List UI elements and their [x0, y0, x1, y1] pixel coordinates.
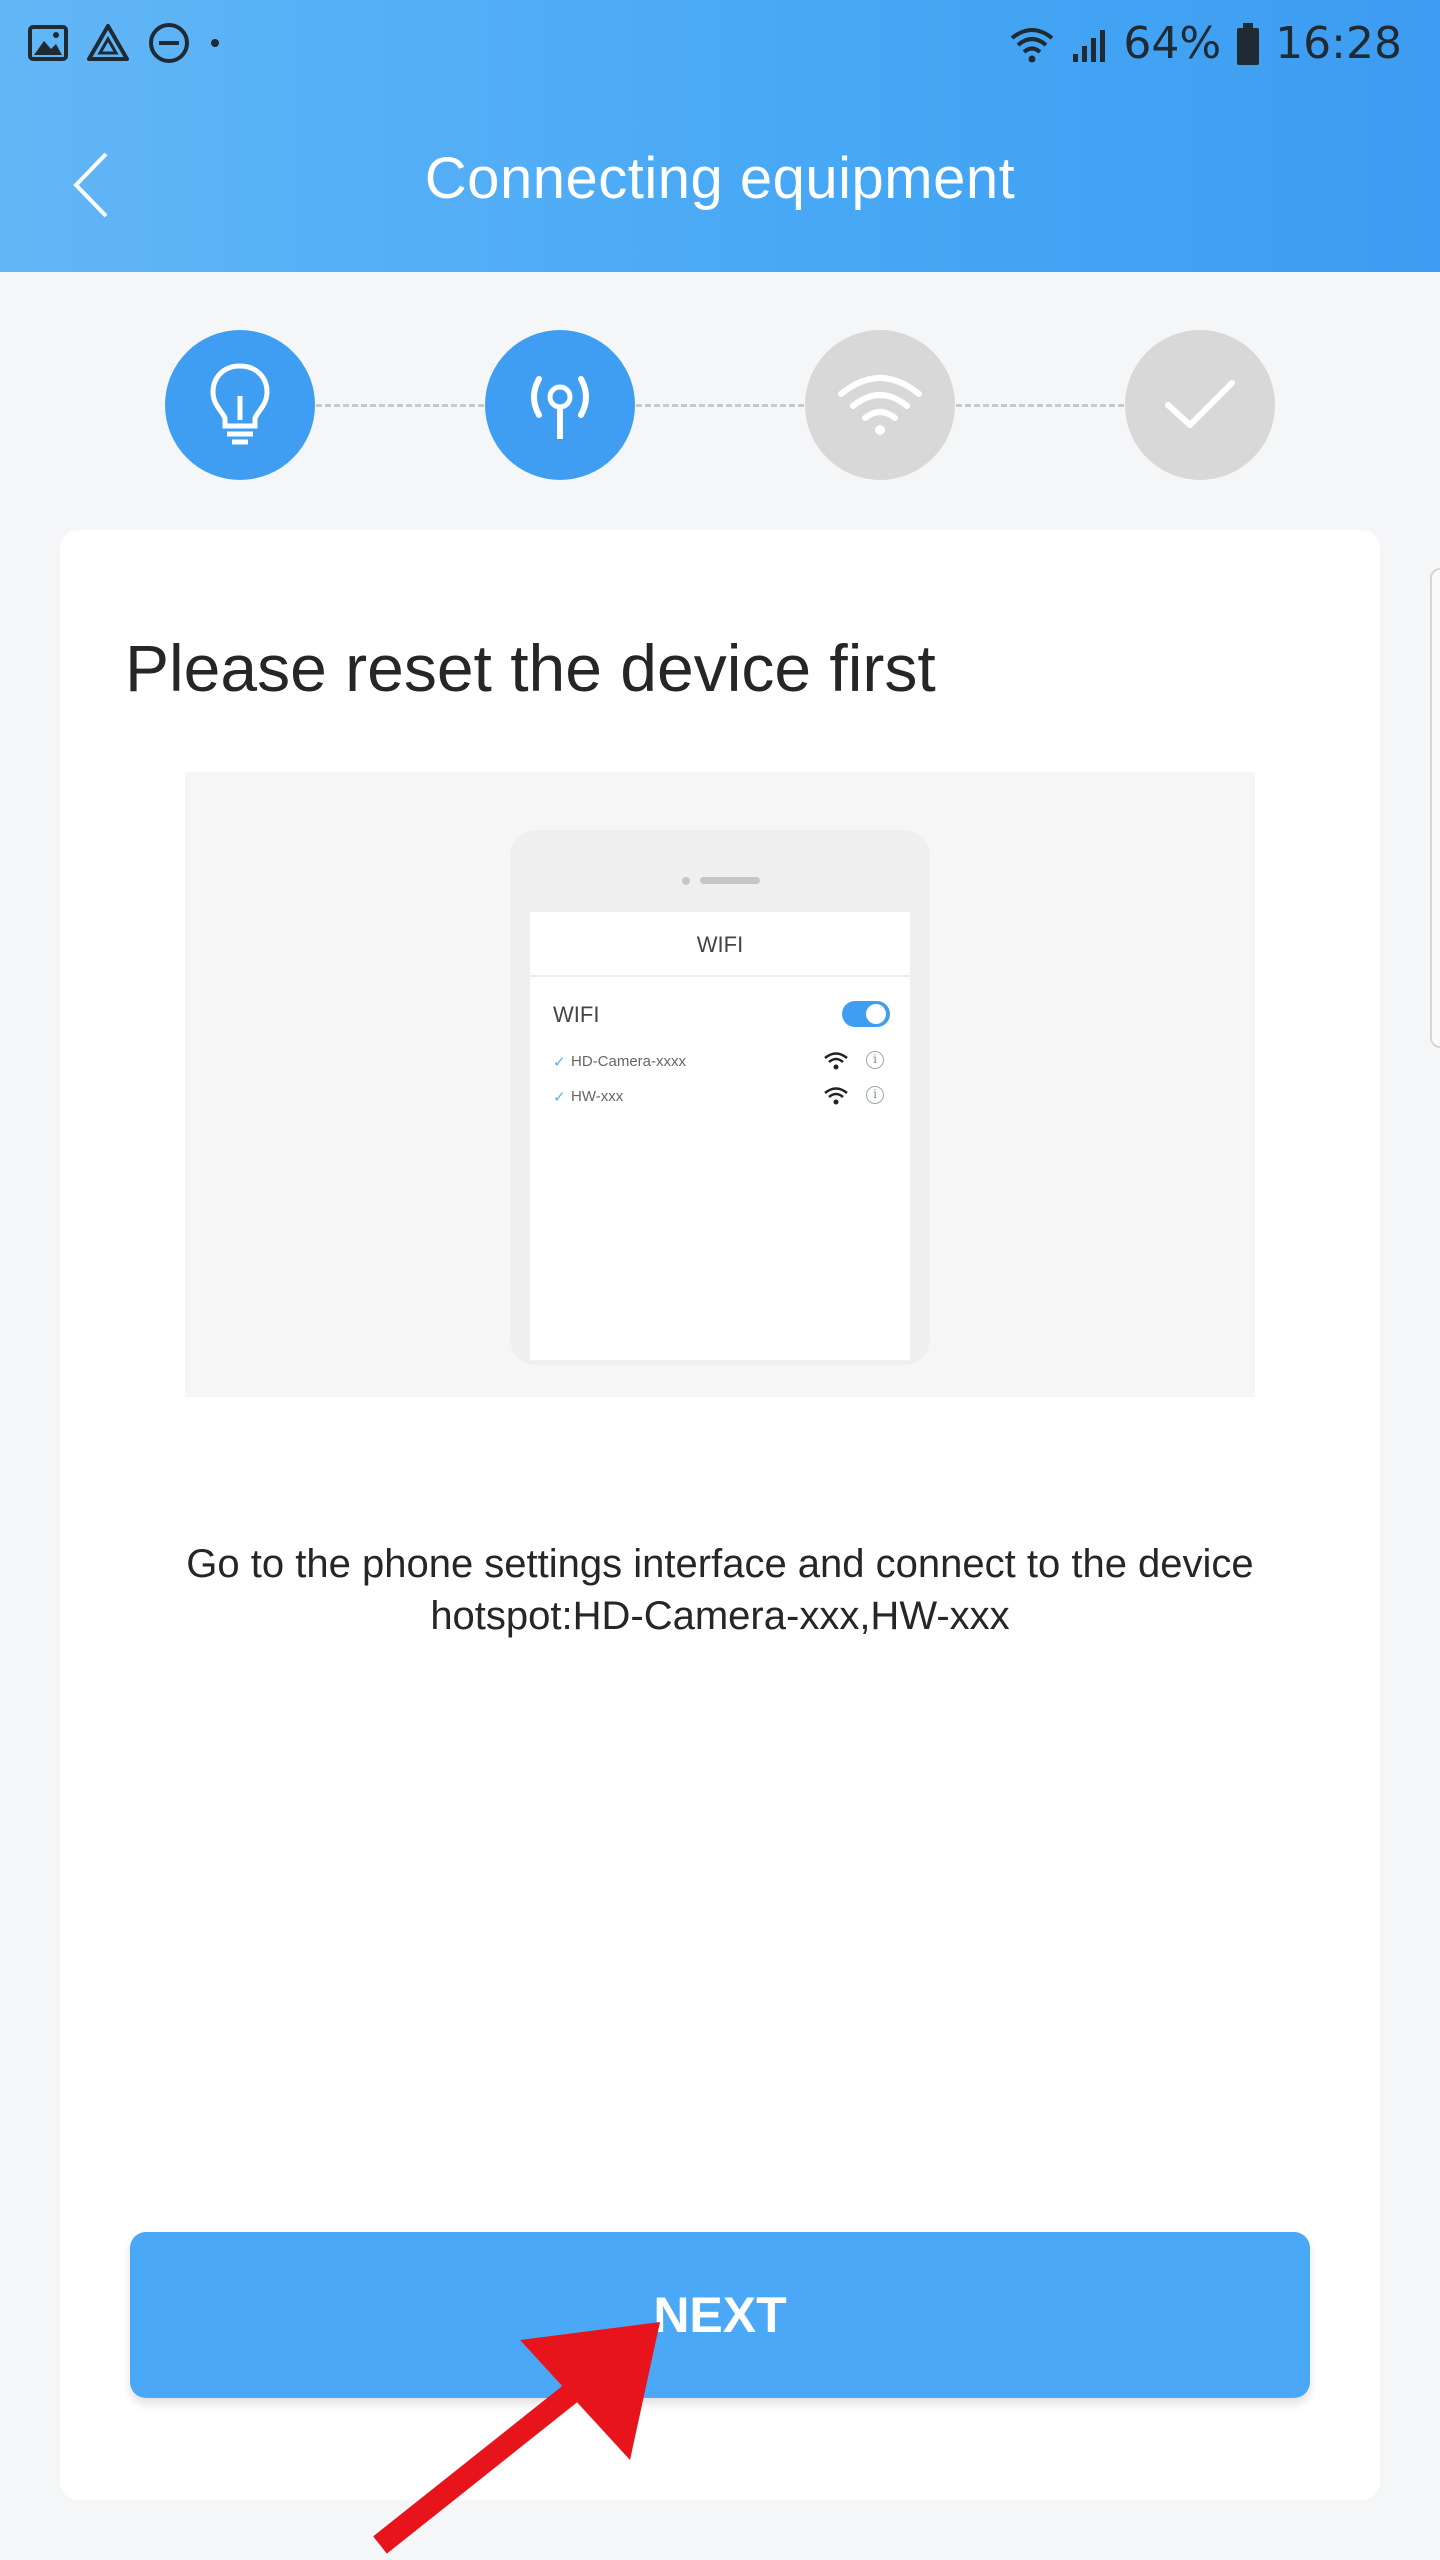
wifi-icon: [1011, 27, 1054, 62]
lightbulb-icon: [210, 363, 270, 445]
step-complete: [1125, 330, 1275, 480]
phone-speaker: [700, 877, 760, 884]
status-bar: 64% 16:28: [0, 0, 1440, 95]
page-title: Connecting equipment: [424, 146, 1016, 211]
gallery-icon: [28, 25, 68, 61]
instruction-line: Go to the phone settings interface and c…: [186, 1542, 1254, 1586]
app-header: 64% 16:28 Connecting equipment: [0, 0, 1440, 272]
nav-bar: Connecting equipment: [0, 95, 1440, 272]
check-icon: [1165, 380, 1235, 428]
progress-steps: [0, 330, 1440, 480]
network-row: ✓ HD-Camera-xxxx i: [553, 1051, 893, 1083]
step-connector: [316, 404, 484, 407]
hotspot-icon: [531, 376, 589, 439]
phone-screen: [530, 912, 910, 1360]
info-icon: i: [866, 1086, 884, 1104]
network-name: HW-xxx: [571, 1088, 624, 1105]
do-not-disturb-icon: [149, 23, 189, 63]
step-reset: [165, 330, 315, 480]
network-name: HD-Camera-xxxx: [571, 1053, 687, 1070]
next-button[interactable]: NEXT: [130, 2232, 1310, 2398]
wifi-icon: [824, 1087, 848, 1105]
network-row: ✓ HW-xxx i: [553, 1086, 893, 1118]
clock: 16:28: [1275, 18, 1402, 69]
check-icon: ✓: [553, 1089, 566, 1106]
battery-percent: 64%: [1123, 18, 1222, 69]
info-icon: i: [866, 1051, 884, 1069]
phone-screen-title: WIFI: [696, 932, 744, 957]
instruction-text: Go to the phone settings interface and c…: [100, 1538, 1340, 1642]
drive-icon: [87, 24, 129, 61]
step-hotspot: [485, 330, 635, 480]
wifi-toggle-knob: [866, 1004, 886, 1024]
notification-dot-icon: [211, 39, 219, 47]
phone-screen-divider: [530, 975, 910, 977]
battery-icon: [1237, 22, 1260, 65]
step-connector: [956, 404, 1124, 407]
step-connector: [636, 404, 804, 407]
check-icon: ✓: [553, 1054, 566, 1071]
wifi-icon: [838, 375, 922, 435]
annotation-arrow-icon: [373, 2322, 660, 2554]
instruction-heading: Please reset the device first: [125, 631, 936, 705]
phone-camera-dot: [682, 877, 690, 885]
step-wifi: [805, 330, 955, 480]
signal-icon: [1073, 29, 1106, 62]
edge-panel-handle[interactable]: [1430, 568, 1440, 1048]
wifi-icon: [824, 1052, 848, 1070]
instruction-line: hotspot:HD-Camera-xxx,HW-xxx: [430, 1594, 1010, 1638]
phone-wifi-label: WIFI: [553, 1002, 600, 1027]
